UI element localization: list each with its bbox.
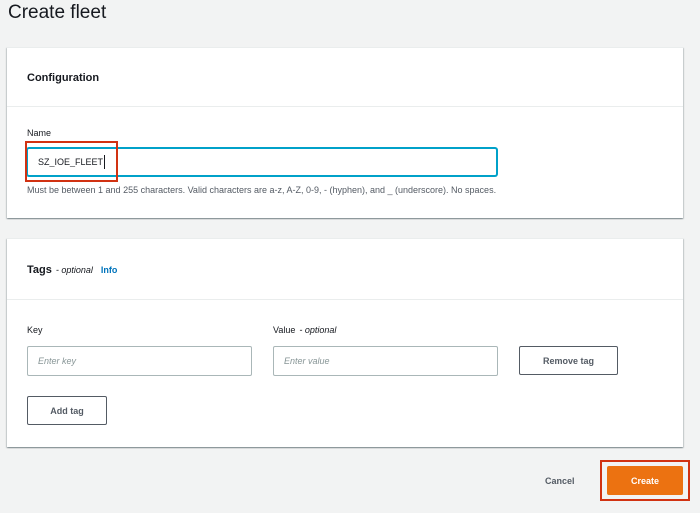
create-button[interactable]: Create xyxy=(607,466,683,495)
value-optional: - optional xyxy=(299,325,337,335)
info-link[interactable]: Info xyxy=(101,265,118,275)
configuration-title: Configuration xyxy=(27,72,100,84)
value-input[interactable] xyxy=(273,346,498,376)
remove-tag-button[interactable]: Remove tag xyxy=(519,346,618,375)
configuration-header: Configuration xyxy=(7,48,683,107)
tags-panel: Tags- optionalInfo Key Value- optional R… xyxy=(7,238,683,447)
cancel-button[interactable]: Cancel xyxy=(545,476,575,486)
key-label: Key xyxy=(27,325,43,335)
tags-optional: - optional xyxy=(55,265,93,275)
value-label: Value xyxy=(273,325,296,335)
key-input[interactable] xyxy=(27,346,252,376)
tags-header: Tags - optional Info xyxy=(7,239,683,300)
tags-title-row: Tags - optional Info xyxy=(27,264,117,276)
configuration-panel: Configuration Name Must be between 1 and… xyxy=(7,47,683,218)
name-input[interactable] xyxy=(27,148,497,176)
page-title: Create fleet xyxy=(8,2,107,23)
text-caret xyxy=(104,155,105,169)
name-hint: Must be between 1 and 255 characters. Va… xyxy=(27,185,497,195)
add-tag-button[interactable]: Add tag xyxy=(27,396,107,425)
name-label: Name xyxy=(27,128,52,138)
tags-title: Tags xyxy=(27,264,52,276)
value-label-row: Value - optional xyxy=(273,325,336,335)
